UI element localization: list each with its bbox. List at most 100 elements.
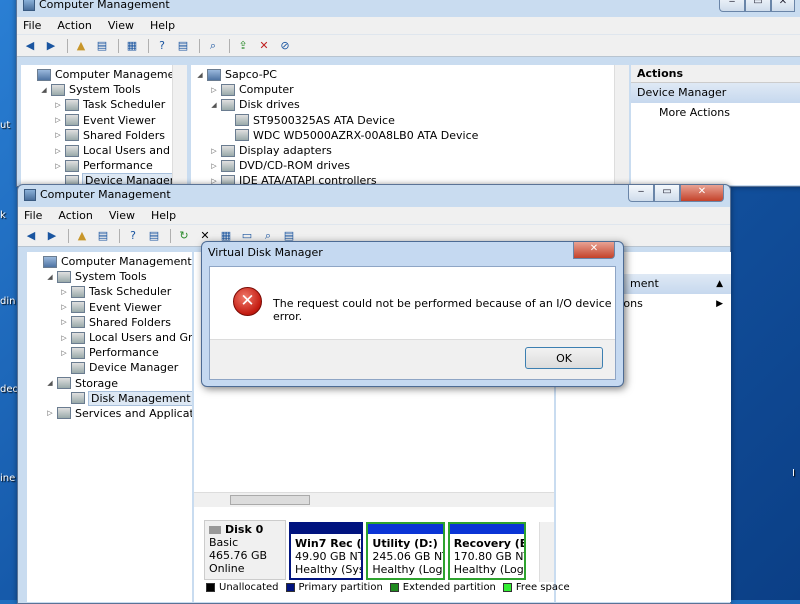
maximize-button[interactable]: ▭ [745,0,771,12]
dialog-close-button[interactable]: ✕ [573,242,615,259]
tree-item[interactable]: ◢ Storage [27,376,192,391]
expand-arrow-icon[interactable]: ▷ [53,147,63,155]
tree-item[interactable]: ▷ Display adapters [191,143,629,158]
up-folder-icon[interactable]: ▲ [73,228,91,244]
menu-help[interactable]: Help [151,209,176,222]
forward-arrow-icon[interactable]: ▶ [42,38,60,54]
menu-view[interactable]: View [108,19,134,32]
expand-arrow-icon[interactable]: ▷ [45,409,55,417]
back-arrow-icon[interactable]: ◀ [21,38,39,54]
menu-file[interactable]: File [23,19,41,32]
minimize-button[interactable]: ‒ [719,0,745,12]
scrollbar[interactable] [172,65,187,185]
tree-item[interactable]: ◢ Disk drives [191,97,629,112]
tree-item[interactable]: ◢ System Tools [21,82,187,97]
show-hide-tree-icon[interactable]: ▤ [94,228,112,244]
horizontal-scrollbar[interactable] [194,492,554,507]
expand-arrow-icon[interactable]: ▷ [59,288,69,296]
tree-item[interactable]: ▷ Performance [27,345,192,360]
more-actions-item[interactable]: More Actions ▶ [631,103,800,123]
partition-block[interactable]: Win7 Rec (C 49.90 GB NTF Healthy (Syst [289,522,364,580]
help-icon[interactable]: ? [153,38,171,54]
legend-swatch [502,582,512,592]
expand-arrow-icon[interactable]: ▷ [59,303,69,311]
tree-item[interactable]: ▷ Event Viewer [21,113,187,128]
tree-item-label: Device Manager [89,361,179,375]
menu-help[interactable]: Help [150,19,175,32]
properties-icon[interactable]: ▦ [123,38,141,54]
tree-item[interactable]: ◢ System Tools [27,269,192,284]
refresh-icon[interactable]: ↻ [175,228,193,244]
disable-device-icon[interactable]: ⊘ [276,38,294,54]
minimize-button[interactable]: ‒ [628,185,654,202]
tree-node-icon [71,316,85,329]
tree-item[interactable]: ▷ DVD/CD-ROM drives [191,158,629,173]
tree-item[interactable]: ◢ Sapco-PC [191,67,629,82]
tree-node-icon [57,377,71,390]
scroll-thumb[interactable] [230,495,310,505]
actions-device-manager[interactable]: Device Manager ▲ [631,83,800,103]
tree-item[interactable]: Computer Management (Local [27,254,192,269]
menu-file[interactable]: File [24,209,42,222]
expand-arrow-icon[interactable]: ▷ [209,86,219,94]
scrollbar[interactable] [614,65,629,185]
tree-item[interactable]: ▷Local Users and Grou [21,143,187,158]
tree-item[interactable]: ▷ Event Viewer [27,300,192,315]
expand-arrow-icon[interactable]: ▷ [209,147,219,155]
expand-arrow-icon[interactable]: ◢ [45,273,55,281]
expand-arrow-icon[interactable]: ▷ [59,349,69,357]
up-folder-icon[interactable]: ▲ [72,38,90,54]
tree-item-label: Event Viewer [83,113,156,127]
tree-item[interactable]: WDC WD5000AZRX-00A8LB0 ATA Device [191,128,629,143]
uninstall-icon[interactable]: ✕ [255,38,273,54]
close-button[interactable]: ✕ [680,185,724,202]
tree-node-icon [57,407,71,420]
expand-arrow-icon[interactable]: ▷ [59,334,69,342]
legend-swatch [285,582,295,592]
forward-arrow-icon[interactable]: ▶ [43,228,61,244]
expand-arrow-icon[interactable]: ◢ [39,86,49,94]
tree-item[interactable]: ▷ Task Scheduler [21,97,187,112]
expand-arrow-icon[interactable]: ◢ [45,379,55,387]
expand-arrow-icon[interactable]: ▷ [53,101,63,109]
ok-button[interactable]: OK [525,347,603,369]
maximize-button[interactable]: ▭ [654,185,680,202]
tree-item[interactable]: Computer Management (Lo [21,67,187,82]
disk-info[interactable]: Disk 0 Basic 465.76 GB Online [204,520,286,580]
expand-arrow-icon[interactable]: ▷ [53,116,63,124]
tree-item[interactable]: ▷ Local Users and Groups [27,330,192,345]
help-icon[interactable]: ? [124,228,142,244]
partition-block[interactable]: Utility (D:)245.06 GB NTFHealthy (Logic [366,522,445,580]
tree-item[interactable]: ▷ Task Scheduler [27,284,192,299]
show-hide-action-icon[interactable]: ▤ [145,228,163,244]
back-title-bar[interactable]: Computer Management ‒ ▭ ✕ [17,0,800,17]
expand-arrow-icon[interactable]: ▷ [209,162,219,170]
tree-item[interactable]: ST9500325AS ATA Device [191,113,629,128]
update-driver-icon[interactable]: ⇪ [234,38,252,54]
expand-arrow-icon[interactable]: ◢ [195,71,205,79]
back-arrow-icon[interactable]: ◀ [22,228,40,244]
partition-name: Recovery (E:) [453,537,524,550]
expand-arrow-icon[interactable]: ◢ [209,101,219,109]
tree-item[interactable]: Device Manager [27,360,192,375]
show-hide-tree-icon[interactable]: ▤ [93,38,111,54]
tree-item[interactable]: ▷ Shared Folders [21,128,187,143]
scan-hardware-icon[interactable]: ⌕ [204,38,222,54]
expand-arrow-icon[interactable]: ▷ [59,318,69,326]
show-hide-action-icon[interactable]: ▤ [174,38,192,54]
tree-item[interactable]: ▷ Services and Applications [27,406,192,421]
tree-item[interactable]: ▷ Performance [21,158,187,173]
expand-arrow-icon[interactable]: ▷ [53,131,63,139]
tree-item[interactable]: ▷ Shared Folders [27,315,192,330]
scrollbar[interactable] [539,522,554,582]
menu-action[interactable]: Action [57,19,91,32]
tree-item-label: Services and Applications [75,406,192,420]
close-button[interactable]: ✕ [771,0,795,12]
menu-view[interactable]: View [109,209,135,222]
tree-item[interactable]: ▷ Computer [191,82,629,97]
menu-action[interactable]: Action [58,209,92,222]
partition-block[interactable]: Recovery (E:)170.80 GB NTFHealthy (Logic [447,522,526,580]
tree-item[interactable]: Disk Management [27,390,192,406]
expand-arrow-icon[interactable]: ▷ [53,162,63,170]
front-title-bar[interactable]: Computer Management ‒ ▭ ✕ [18,185,730,207]
